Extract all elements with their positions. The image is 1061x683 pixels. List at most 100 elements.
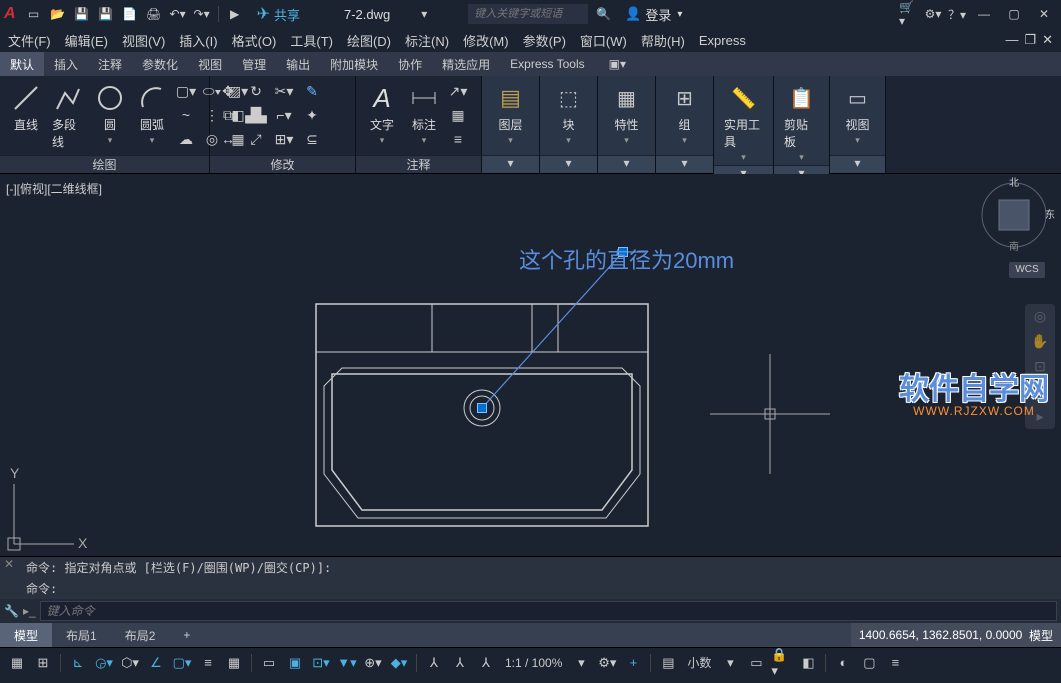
snap-icon[interactable]: ⊞ bbox=[32, 652, 54, 674]
search-input[interactable] bbox=[468, 4, 588, 24]
text-button[interactable]: A文字▾ bbox=[362, 80, 402, 148]
lock-ui-icon[interactable]: 🔒▾ bbox=[771, 652, 793, 674]
table-icon[interactable]: ▦ bbox=[446, 104, 470, 126]
undo-icon[interactable]: ↶▾ bbox=[168, 4, 188, 24]
rotate-icon[interactable]: ↻ bbox=[244, 80, 268, 102]
save-icon[interactable]: 💾 bbox=[72, 4, 92, 24]
quick-properties-icon[interactable]: ▭ bbox=[745, 652, 767, 674]
panel-annot-label[interactable]: 注释 bbox=[356, 155, 481, 173]
tab-collapse[interactable]: ▣▾ bbox=[599, 52, 636, 76]
annoscale-lock-icon[interactable]: ⅄ bbox=[449, 652, 471, 674]
redo-icon[interactable]: ↷▾ bbox=[192, 4, 212, 24]
view-cube[interactable]: 北 东 南 bbox=[977, 180, 1051, 250]
search-icon[interactable]: 🔍 bbox=[596, 7, 611, 21]
offset-icon[interactable]: ⊆ bbox=[300, 128, 324, 150]
plot-icon[interactable]: 🖨 bbox=[144, 4, 164, 24]
steering-wheel-icon[interactable]: ◎ bbox=[1034, 308, 1046, 325]
tab-collaborate[interactable]: 协作 bbox=[388, 52, 432, 76]
workspace-gear-icon[interactable]: ⚙▾ bbox=[596, 652, 618, 674]
title-dropdown-icon[interactable]: ▾ bbox=[414, 4, 434, 24]
mdi-close-icon[interactable]: ✕ bbox=[1042, 32, 1053, 48]
properties-button[interactable]: ▦特性▾ bbox=[607, 80, 647, 148]
line-button[interactable]: 直线 bbox=[6, 80, 46, 135]
tab-output[interactable]: 输出 bbox=[276, 52, 320, 76]
pan-icon[interactable]: ✋ bbox=[1031, 333, 1048, 350]
callout-text[interactable]: 这个孔的直径为20mm bbox=[519, 243, 734, 275]
arc-button[interactable]: 圆弧▾ bbox=[132, 80, 172, 148]
array-icon[interactable]: ⊞▾ bbox=[272, 128, 296, 150]
scale-icon[interactable]: ⤢ bbox=[244, 128, 268, 150]
saveas-icon[interactable]: 💾 bbox=[96, 4, 116, 24]
fillet-icon[interactable]: ⌐▾ bbox=[272, 104, 296, 126]
rect-icon[interactable]: ▢▾ bbox=[174, 80, 198, 102]
tab-view[interactable]: 视图 bbox=[188, 52, 232, 76]
annotation-visibility-icon[interactable]: ◆▾ bbox=[388, 652, 410, 674]
mdi-minimize-icon[interactable]: — bbox=[1005, 32, 1018, 48]
close-button[interactable]: ✕ bbox=[1031, 4, 1057, 24]
clean-screen-icon[interactable]: ▢ bbox=[858, 652, 880, 674]
polyline-button[interactable]: 多段线 bbox=[48, 80, 88, 152]
dynamic-ucs-icon[interactable]: ⊡▾ bbox=[310, 652, 332, 674]
menu-window[interactable]: 窗口(W) bbox=[580, 31, 627, 50]
revcloud-icon[interactable]: ☁ bbox=[174, 128, 198, 150]
gizmo-icon[interactable]: ⊕▾ bbox=[362, 652, 384, 674]
layer-button[interactable]: ▤图层▾ bbox=[491, 80, 531, 148]
menu-draw[interactable]: 绘图(D) bbox=[347, 31, 391, 50]
polar-icon[interactable]: ◶▾ bbox=[93, 652, 115, 674]
ortho-icon[interactable]: ⊾ bbox=[67, 652, 89, 674]
cmd-customize-icon[interactable]: 🔧 bbox=[4, 604, 19, 618]
annoscale-auto-icon[interactable]: ⅄ bbox=[475, 652, 497, 674]
web-icon[interactable]: 📄 bbox=[120, 4, 140, 24]
help-icon[interactable]: ？▾ bbox=[947, 4, 967, 24]
tab-default[interactable]: 默认 bbox=[0, 52, 44, 76]
minimize-button[interactable]: — bbox=[971, 4, 997, 24]
circle-button[interactable]: 圆▾ bbox=[90, 80, 130, 148]
menu-format[interactable]: 格式(O) bbox=[232, 31, 277, 50]
zoom-extents-icon[interactable]: ⊡ bbox=[1034, 358, 1046, 375]
menu-express[interactable]: Express bbox=[699, 33, 746, 48]
lineweight-icon[interactable]: ≡ bbox=[197, 652, 219, 674]
units-icon[interactable]: ▤ bbox=[657, 652, 679, 674]
menu-help[interactable]: 帮助(H) bbox=[641, 31, 685, 50]
panel-draw-label[interactable]: 绘图 bbox=[0, 155, 209, 173]
layout1-tab[interactable]: 布局1 bbox=[52, 623, 111, 647]
menu-modify[interactable]: 修改(M) bbox=[463, 31, 509, 50]
layout2-tab[interactable]: 布局2 bbox=[111, 623, 170, 647]
tab-insert[interactable]: 插入 bbox=[44, 52, 88, 76]
copy-icon[interactable]: ⧉ bbox=[216, 104, 240, 126]
model-tab[interactable]: 模型 bbox=[0, 623, 52, 647]
menu-edit[interactable]: 编辑(E) bbox=[65, 31, 108, 50]
zoom-dropdown-icon[interactable]: ▾ bbox=[570, 652, 592, 674]
login-button[interactable]: 👤登录▾ bbox=[625, 5, 682, 24]
tab-addins[interactable]: 附加模块 bbox=[320, 52, 388, 76]
grip-center[interactable] bbox=[477, 403, 487, 413]
tab-featured[interactable]: 精选应用 bbox=[432, 52, 500, 76]
menu-dimension[interactable]: 标注(N) bbox=[405, 31, 449, 50]
grid-icon[interactable]: ▦ bbox=[6, 652, 28, 674]
share-button[interactable]: ✈共享 bbox=[257, 4, 300, 24]
command-input[interactable] bbox=[40, 601, 1057, 621]
block-button[interactable]: ⬚块▾ bbox=[549, 80, 589, 148]
clipboard-button[interactable]: 📋剪贴板▾ bbox=[780, 80, 823, 165]
erase-icon[interactable]: ✎ bbox=[300, 80, 324, 102]
annotation-monitor-icon[interactable]: + bbox=[622, 652, 644, 674]
menu-view[interactable]: 视图(V) bbox=[122, 31, 165, 50]
dimension-button[interactable]: 标注▾ bbox=[404, 80, 444, 148]
open-icon[interactable]: 📂 bbox=[48, 4, 68, 24]
move-icon[interactable]: ✥ bbox=[216, 80, 240, 102]
explode-icon[interactable]: ✦ bbox=[300, 104, 324, 126]
mirror-icon[interactable]: ▟▙ bbox=[244, 104, 268, 126]
customize-status-icon[interactable]: ≡ bbox=[884, 652, 906, 674]
stretch-icon[interactable]: ↔ bbox=[216, 128, 240, 150]
orbit-icon[interactable]: ↻ bbox=[1034, 383, 1046, 400]
tab-express[interactable]: Express Tools bbox=[500, 52, 594, 76]
menu-parametric[interactable]: 参数(P) bbox=[523, 31, 566, 50]
annoscale-icon[interactable]: ⅄ bbox=[423, 652, 445, 674]
maximize-button[interactable]: ▢ bbox=[1001, 4, 1027, 24]
3dosnap-icon[interactable]: ▣ bbox=[284, 652, 306, 674]
leader-icon[interactable]: ↗▾ bbox=[446, 80, 470, 102]
wcs-label[interactable]: WCS bbox=[1009, 262, 1045, 278]
utilities-button[interactable]: 📏实用工具▾ bbox=[720, 80, 767, 165]
isolate-icon[interactable]: ◧ bbox=[797, 652, 819, 674]
zoom-display[interactable]: 1:1 / 100% bbox=[505, 656, 562, 670]
